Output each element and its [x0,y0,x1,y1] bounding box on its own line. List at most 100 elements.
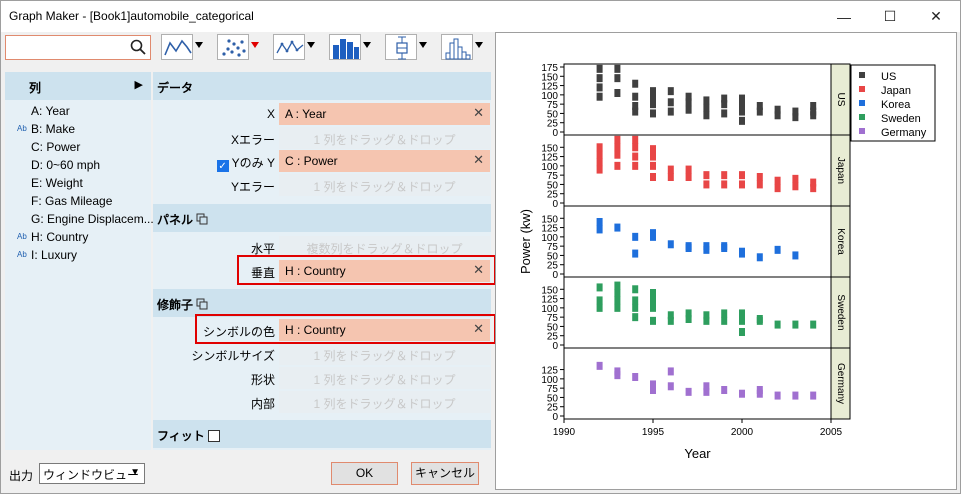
data-section-header[interactable]: データ [153,72,491,100]
yerr-field[interactable]: 1 列をドラッグ＆ドロップ [279,174,490,196]
data-point [614,367,621,376]
data-point [632,249,639,258]
data-point [721,180,728,189]
data-point [632,232,639,241]
data-point [739,171,745,180]
clear-y-icon[interactable]: ✕ [473,152,484,168]
ok-button[interactable]: OK [331,462,398,485]
column-item[interactable]: A: Year [5,102,151,120]
column-type-tag: Ab [17,232,27,241]
window-title: Graph Maker - [Book1]automobile_categori… [9,9,254,23]
data-point [667,87,674,96]
column-item[interactable]: C: Power [5,138,151,156]
data-point [703,171,710,180]
column-item[interactable]: F: Gas Mileage [5,192,151,210]
column-item-label: B: Make [31,122,76,136]
xerr-field[interactable]: 1 列をドラッグ＆ドロップ [279,127,490,149]
data-point [632,152,639,161]
modifier-section-header[interactable]: 修飾子 [153,289,491,317]
data-point [721,109,728,118]
column-item-label: A: Year [31,104,70,118]
data-point [756,180,763,189]
data-point [596,296,603,305]
modifier-section-title: 修飾子 [157,296,208,313]
title-bar: Graph Maker - [Book1]automobile_categori… [1,1,960,32]
data-point [632,79,639,88]
graph-preview: US 0 25 50 75 100 125 150 175 Japan 0 25 50 75 100 125 1… [495,32,957,490]
fit-section-header[interactable]: フィット [153,420,491,448]
data-point [739,94,745,103]
data-point [632,373,639,381]
xerr-label: Xエラー [230,133,275,147]
modifier-options-icon[interactable] [196,298,208,310]
toolbar [1,32,495,64]
y-tick-label: 175 [541,63,558,74]
data-point [774,176,781,185]
expand-arrow-icon[interactable]: ▶ [135,78,143,91]
data-point [685,173,692,181]
column-item[interactable]: E: Weight [5,174,151,192]
cancel-button[interactable]: キャンセル [411,462,479,485]
data-point [667,107,674,116]
column-item-label: I: Luxury [31,248,78,262]
graph-maker-window: Graph Maker - [Book1]automobile_categori… [0,0,961,494]
data-point [756,386,763,394]
close-button[interactable]: ✕ [913,1,959,32]
column-item[interactable]: D: 0~60 mph [5,156,151,174]
data-point [703,311,710,320]
data-point [667,382,674,391]
data-point [756,173,763,181]
data-point [632,296,639,305]
x-tick-label: 1990 [553,427,576,438]
data-point [739,389,745,398]
y-only-checkbox[interactable]: ✓ [216,160,229,172]
symbol-size-field[interactable]: 1 列をドラッグ＆ドロップ [279,343,490,365]
data-point [703,103,710,112]
data-point [721,94,728,103]
data-point [632,161,639,170]
data-point [650,109,656,118]
data-point [596,283,603,292]
shape-field[interactable]: 1 列をドラッグ＆ドロップ [279,367,490,389]
search-input[interactable] [5,35,151,60]
data-point [810,320,817,329]
legend-label: Japan [881,85,911,97]
data-point [774,391,781,400]
data-point [650,100,656,109]
legend-swatch [859,86,865,92]
data-point [721,242,728,251]
search-icon[interactable] [130,39,146,55]
chart: US0255075100125150175Japan02550751001251… [518,63,936,461]
panel-options-icon[interactable] [196,213,208,225]
data-point [614,223,621,232]
panel-frame [563,63,832,136]
data-point [650,380,656,389]
panel-frame [563,276,832,349]
column-item[interactable]: Ab I: Luxury [5,246,151,264]
column-item[interactable]: Ab H: Country [5,228,151,246]
data-point [739,116,745,125]
clear-x-icon[interactable]: ✕ [473,105,484,121]
panel-section-header[interactable]: パネル [153,204,491,232]
output-select[interactable]: ウィンドウビュー ▼ [39,463,145,484]
maximize-button[interactable]: ☐ [867,1,913,32]
symbol-size-placeholder: 1 列をドラッグ＆ドロップ [313,349,456,363]
y-tick-label: 150 [541,285,558,296]
data-point [596,361,603,370]
column-type-tag: Ab [17,250,27,259]
data-point [774,320,781,329]
data-point [739,309,745,318]
interior-field[interactable]: 1 列をドラッグ＆ドロップ [279,391,490,413]
legend-swatch [859,114,865,120]
legend-label: Korea [881,99,911,111]
y-field[interactable]: C : Power ✕ [279,150,490,172]
column-item-label: E: Weight [31,176,83,190]
column-list-header[interactable]: 列 ▶ [5,72,151,100]
x-field[interactable]: A : Year ✕ [279,103,490,125]
column-item-label: C: Power [31,140,81,154]
minimize-button[interactable]: — [821,1,867,32]
fit-checkbox[interactable] [208,430,221,442]
column-item[interactable]: Ab B: Make [5,120,151,138]
column-item[interactable]: G: Engine Displacem... [5,210,154,228]
x-tick-label: 2005 [820,427,843,438]
